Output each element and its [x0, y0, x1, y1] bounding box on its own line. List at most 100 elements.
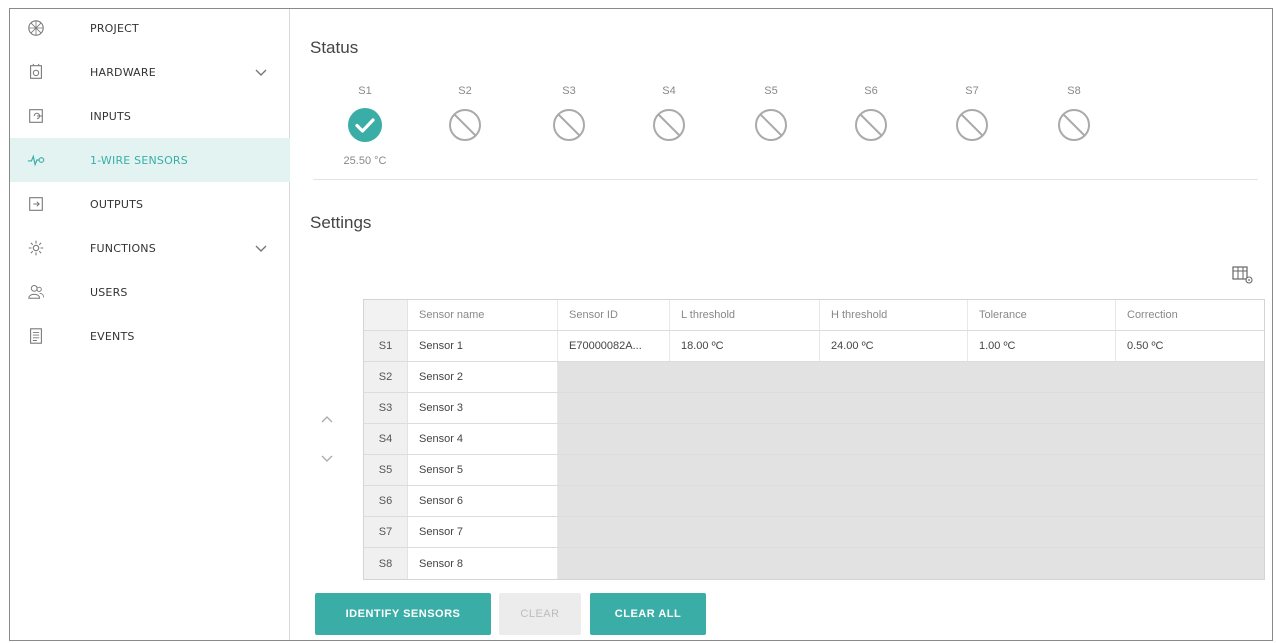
sensor-icon	[26, 150, 46, 170]
table-header-tolerance: Tolerance	[968, 300, 1116, 330]
sidebar-item-project[interactable]: PROJECT	[10, 9, 290, 50]
l-threshold-cell	[670, 517, 820, 547]
table-row[interactable]: S7 Sensor 7	[364, 517, 1264, 548]
sidebar-item-label: PROJECT	[90, 21, 139, 35]
sidebar: PROJECT HARDWARE INPUTS 1-WIRE SENSORS O…	[10, 9, 290, 640]
row-index: S3	[364, 393, 408, 423]
h-threshold-cell	[820, 393, 968, 423]
sidebar-item-label: INPUTS	[90, 109, 132, 123]
tolerance-cell[interactable]: 1.00 ºC	[968, 331, 1116, 361]
status-sensor-s4: S4	[639, 85, 699, 141]
sensor-id-cell	[558, 486, 670, 516]
h-threshold-cell	[820, 548, 968, 579]
disabled-icon	[1058, 109, 1090, 141]
status-sensor-s8: S8	[1044, 85, 1104, 141]
chevron-down-icon[interactable]	[254, 241, 268, 255]
hardware-icon	[26, 62, 46, 82]
table-header-correction: Correction	[1116, 300, 1264, 330]
row-index: S1	[364, 331, 408, 361]
l-threshold-cell[interactable]: 18.00 ºC	[670, 331, 820, 361]
disabled-icon	[956, 109, 988, 141]
row-index: S8	[364, 548, 408, 579]
sensor-id-cell	[558, 548, 670, 579]
correction-cell	[1116, 548, 1264, 579]
section-divider	[313, 179, 1258, 180]
clear-all-button[interactable]: CLEAR ALL	[590, 593, 706, 635]
status-sensor-label: S4	[662, 85, 676, 97]
status-sensor-s3: S3	[539, 85, 599, 141]
disabled-icon	[553, 109, 585, 141]
table-header-l-threshold: L threshold	[670, 300, 820, 330]
move-down-icon[interactable]	[319, 453, 335, 465]
table-row[interactable]: S6 Sensor 6	[364, 486, 1264, 517]
tolerance-cell	[968, 424, 1116, 454]
row-index: S4	[364, 424, 408, 454]
sensor-name-cell[interactable]: Sensor 3	[408, 393, 558, 423]
l-threshold-cell	[670, 362, 820, 392]
disabled-icon	[449, 109, 481, 141]
sensor-name-cell[interactable]: Sensor 8	[408, 548, 558, 579]
clear-button[interactable]: CLEAR	[499, 593, 581, 635]
disabled-icon	[755, 109, 787, 141]
sidebar-item-label: FUNCTIONS	[90, 241, 156, 255]
table-row[interactable]: S1 Sensor 1 E70000082A... 18.00 ºC 24.00…	[364, 331, 1264, 362]
h-threshold-cell	[820, 517, 968, 547]
sidebar-item-functions[interactable]: FUNCTIONS	[10, 226, 290, 270]
tolerance-cell	[968, 393, 1116, 423]
table-header-row: Sensor name Sensor ID L threshold H thre…	[364, 300, 1264, 331]
h-threshold-cell	[820, 424, 968, 454]
sensor-name-cell[interactable]: Sensor 7	[408, 517, 558, 547]
app-frame: PROJECT HARDWARE INPUTS 1-WIRE SENSORS O…	[9, 8, 1273, 641]
identify-sensors-button[interactable]: IDENTIFY SENSORS	[315, 593, 491, 635]
table-row[interactable]: S4 Sensor 4	[364, 424, 1264, 455]
l-threshold-cell	[670, 486, 820, 516]
sidebar-item-outputs[interactable]: OUTPUTS	[10, 182, 290, 226]
table-row[interactable]: S3 Sensor 3	[364, 393, 1264, 424]
status-sensor-s2: S2	[435, 85, 495, 141]
correction-cell	[1116, 393, 1264, 423]
table-header-sensor-name: Sensor name	[408, 300, 558, 330]
sensor-id-cell[interactable]: E70000082A...	[558, 331, 670, 361]
sidebar-item-inputs[interactable]: INPUTS	[10, 94, 290, 138]
status-sensor-label: S2	[458, 85, 472, 97]
settings-title: Settings	[310, 213, 372, 232]
row-index: S6	[364, 486, 408, 516]
status-sensor-label: S1	[358, 85, 372, 97]
sensor-name-cell[interactable]: Sensor 5	[408, 455, 558, 485]
sidebar-item-label: USERS	[90, 285, 128, 299]
sensor-name-cell[interactable]: Sensor 6	[408, 486, 558, 516]
table-row[interactable]: S5 Sensor 5	[364, 455, 1264, 486]
status-sensor-label: S5	[764, 85, 778, 97]
row-index: S5	[364, 455, 408, 485]
tolerance-cell	[968, 548, 1116, 579]
status-title: Status	[310, 38, 359, 57]
status-sensor-s7: S7	[942, 85, 1002, 141]
sensor-name-cell[interactable]: Sensor 4	[408, 424, 558, 454]
sidebar-item-hardware[interactable]: HARDWARE	[10, 50, 290, 94]
sidebar-item-label: OUTPUTS	[90, 197, 144, 211]
table-row[interactable]: S2 Sensor 2	[364, 362, 1264, 393]
sidebar-item-events[interactable]: EVENTS	[10, 314, 290, 358]
h-threshold-cell	[820, 362, 968, 392]
status-sensor-label: S8	[1067, 85, 1081, 97]
correction-cell	[1116, 362, 1264, 392]
table-header-h-threshold: H threshold	[820, 300, 968, 330]
sidebar-item-users[interactable]: USERS	[10, 270, 290, 314]
move-up-icon[interactable]	[319, 413, 335, 425]
check-circle-icon	[348, 108, 382, 142]
sidebar-item-1-wire-sensors[interactable]: 1-WIRE SENSORS	[10, 138, 290, 182]
sensor-settings-table: Sensor name Sensor ID L threshold H thre…	[363, 299, 1265, 580]
correction-cell	[1116, 455, 1264, 485]
sensor-name-cell[interactable]: Sensor 1	[408, 331, 558, 361]
chevron-down-icon[interactable]	[254, 65, 268, 79]
sensor-name-cell[interactable]: Sensor 2	[408, 362, 558, 392]
gear-icon	[26, 238, 46, 258]
column-settings-icon[interactable]	[1232, 265, 1254, 285]
sensor-id-cell	[558, 393, 670, 423]
status-sensor-s6: S6	[841, 85, 901, 141]
correction-cell[interactable]: 0.50 ºC	[1116, 331, 1264, 361]
table-row[interactable]: S8 Sensor 8	[364, 548, 1264, 579]
l-threshold-cell	[670, 548, 820, 579]
sensor-id-cell	[558, 362, 670, 392]
h-threshold-cell[interactable]: 24.00 ºC	[820, 331, 968, 361]
